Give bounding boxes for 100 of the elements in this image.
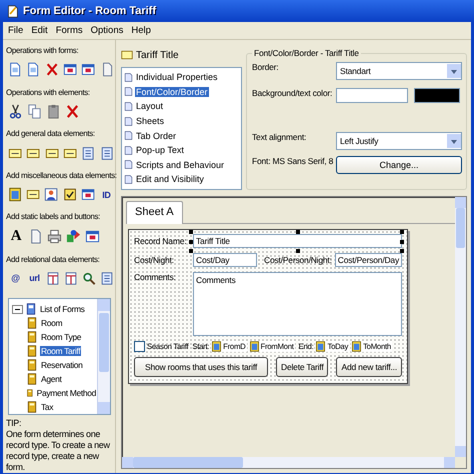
font-label: Font: MS Sans Serif, 8 <box>252 156 334 166</box>
selection-handle[interactable] <box>188 240 193 244</box>
tree-item[interactable]: Reservation <box>40 360 84 370</box>
form-icon <box>26 330 38 344</box>
tree-item[interactable]: Payment Method <box>36 388 97 398</box>
vertical-scrollbar[interactable] <box>97 299 110 414</box>
page-icon <box>124 158 133 172</box>
text-field[interactable]: Cost/Person/Day <box>334 253 402 267</box>
calendar-icon[interactable] <box>315 341 326 352</box>
field-label: Comments: <box>134 272 177 282</box>
menu-item[interactable]: Forms <box>52 24 86 37</box>
selection-handle[interactable] <box>400 249 404 253</box>
list-icon[interactable] <box>100 146 114 161</box>
list-item[interactable]: Sheets <box>135 116 166 126</box>
alignment-dropdown[interactable]: Left Justify <box>336 132 462 150</box>
form-icon <box>26 358 38 372</box>
clipboard-icon[interactable] <box>46 104 61 119</box>
calendar-icon[interactable] <box>351 341 362 352</box>
text-field[interactable]: Tariff Title <box>193 234 402 248</box>
glyph-icon[interactable]: @ <box>8 273 23 284</box>
page-icon <box>124 70 133 84</box>
document-icon[interactable] <box>8 62 22 78</box>
calendar-icon[interactable] <box>248 341 260 352</box>
field-label: Record Name: <box>134 236 188 246</box>
selection-handle[interactable] <box>296 249 300 253</box>
list-item[interactable]: Tab Order <box>135 130 178 141</box>
property-page-list[interactable]: Individual Properties Font/Color/Border Layout Sheets Tab Order Pop-up Text Scripts and Behaviour Edit and Visibility <box>121 67 242 190</box>
field-label: Cost/Person/Night: <box>264 255 332 265</box>
selection-handle[interactable] <box>400 230 404 234</box>
copy-icon[interactable] <box>27 104 42 119</box>
list-item[interactable]: Edit and Visibility <box>135 174 205 184</box>
vertical-scrollbar[interactable] <box>455 197 466 457</box>
season-checkbox[interactable] <box>134 341 145 352</box>
calendar-icon[interactable] <box>211 341 222 352</box>
window-title: Form Editor - Room Tariff <box>23 5 156 17</box>
collapse-toggle[interactable] <box>12 304 23 314</box>
form-icon <box>26 344 38 358</box>
tree-item[interactable]: Room Tariff <box>40 346 82 356</box>
field-label: Cost/Night: <box>134 255 175 265</box>
list-icon[interactable] <box>100 270 114 286</box>
tree-item[interactable]: Agent <box>40 374 62 384</box>
table-icon[interactable] <box>64 270 78 286</box>
checkbox-icon[interactable] <box>62 187 77 202</box>
element-title: Tariff Title <box>136 50 179 60</box>
selection-handle[interactable] <box>400 240 404 244</box>
table-icon[interactable] <box>46 270 60 286</box>
list-icon[interactable] <box>81 146 96 161</box>
document-icon[interactable] <box>26 62 41 78</box>
section-label: Operations with forms: <box>6 46 80 57</box>
delete-icon[interactable] <box>44 62 59 78</box>
tree-item[interactable]: Room Type <box>40 332 82 342</box>
list-item[interactable]: Pop-up Text <box>135 145 185 156</box>
change-button[interactable]: Change... <box>336 156 462 174</box>
sheet-tab[interactable]: Sheet A <box>126 201 183 224</box>
comments-field[interactable]: Comments <box>193 272 402 336</box>
tip-text: TIP: One form determines one record type. To create a new record type, create a new form. <box>6 418 111 474</box>
search-icon[interactable] <box>82 270 96 286</box>
menu-item[interactable]: File <box>5 24 26 37</box>
delete-icon[interactable] <box>65 104 80 119</box>
field-label: Border: <box>252 62 280 72</box>
color-picker[interactable] <box>414 88 460 103</box>
form-button[interactable]: Show rooms that uses this tariff <box>134 357 268 377</box>
selection-handle[interactable] <box>188 249 193 253</box>
form-button[interactable]: Delete Tariff <box>276 357 328 377</box>
field-icon <box>121 49 133 61</box>
field-label: Text alignment: <box>252 132 308 142</box>
list-item[interactable]: Scripts and Behaviour <box>135 160 226 170</box>
printer-icon[interactable] <box>47 229 62 244</box>
tree-item[interactable]: Room <box>40 318 64 328</box>
tree-item[interactable]: List of Forms <box>39 304 86 314</box>
section-label: Add relational data elements: <box>6 254 100 266</box>
selection-handle[interactable] <box>296 230 300 234</box>
app-icon <box>6 4 19 18</box>
glyph-icon[interactable]: url <box>26 273 42 284</box>
horizontal-scrollbar[interactable] <box>122 457 455 468</box>
menu-item[interactable]: Edit <box>28 24 51 37</box>
window-icon[interactable] <box>62 62 78 78</box>
window-icon[interactable] <box>85 229 100 244</box>
form-button[interactable]: Add new tariff... <box>336 357 402 377</box>
selection-handle[interactable] <box>188 230 193 234</box>
window-icon[interactable] <box>81 62 96 78</box>
tree-view[interactable]: List of Forms Room Room Type Room Tariff Reservation Agent Payment Method Tax <box>8 298 111 416</box>
text-field[interactable]: Cost/Day <box>193 253 257 267</box>
window-icon[interactable] <box>80 187 95 202</box>
scissors-icon[interactable] <box>8 104 23 119</box>
page-icon <box>124 144 133 157</box>
glyph-icon[interactable]: A <box>8 228 24 245</box>
menu-item[interactable]: Help <box>128 24 154 37</box>
border-dropdown[interactable]: Standart <box>336 62 462 80</box>
list-item[interactable]: Individual Properties <box>135 72 219 82</box>
calendar-icon[interactable] <box>8 187 22 202</box>
tree-item[interactable]: Tax <box>40 402 54 412</box>
menu-item[interactable]: Options <box>88 24 126 37</box>
list-item[interactable]: Layout <box>135 101 164 112</box>
glyph-icon[interactable]: ID <box>98 190 114 200</box>
list-item[interactable]: Font/Color/Border <box>135 86 209 97</box>
person-icon[interactable] <box>44 187 59 202</box>
color-picker[interactable] <box>336 88 408 103</box>
section-label: Add miscellaneous data elements: <box>6 170 114 182</box>
shapes-icon[interactable] <box>66 229 81 244</box>
